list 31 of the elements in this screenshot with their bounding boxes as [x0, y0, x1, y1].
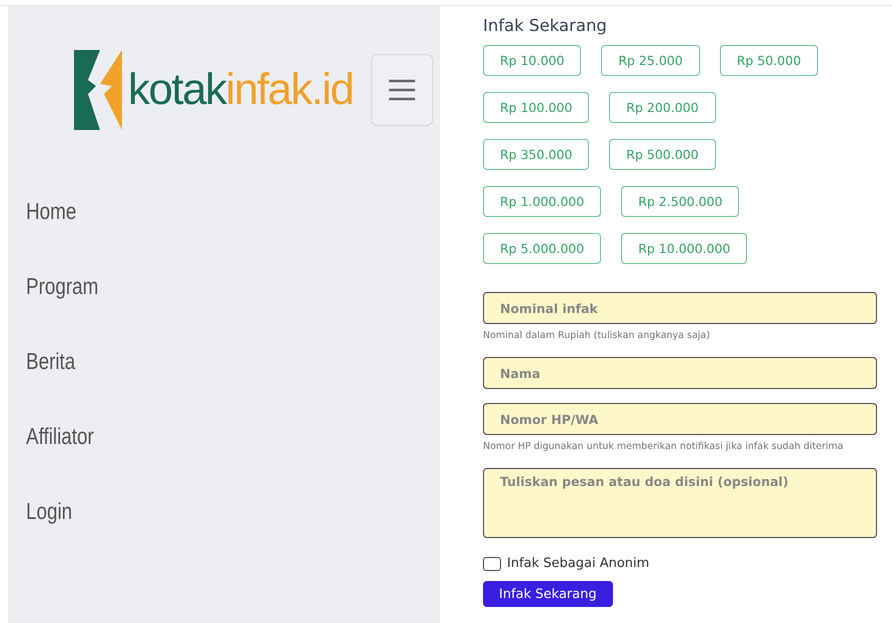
anonymous-checkbox[interactable]: [483, 556, 501, 570]
amount-button[interactable]: Rp 1.000.000: [483, 186, 602, 217]
amount-button[interactable]: Rp 50.000: [720, 45, 818, 76]
menu-button[interactable]: [371, 54, 434, 126]
nav-link[interactable]: Login: [26, 496, 72, 527]
amount-button[interactable]: Rp 200.000: [609, 92, 716, 123]
help-text: Nomor HP digunakan untuk memberikan notifikasi jika infak sudah diterima: [483, 440, 844, 454]
amount-button[interactable]: Rp 500.000: [609, 139, 716, 170]
amount-button[interactable]: Rp 2.500.000: [621, 186, 740, 217]
input-field[interactable]: Nama: [483, 357, 877, 389]
amount-button[interactable]: Rp 25.000: [601, 45, 700, 76]
nav-link[interactable]: Program: [26, 271, 98, 302]
menu-icon: [389, 79, 416, 101]
nav-link[interactable]: Home: [26, 196, 76, 227]
amount-button[interactable]: Rp 5.000.000: [483, 233, 602, 264]
checkbox-label: Infak Sebagai Anonim: [507, 556, 650, 571]
brand-name: kotak: [128, 65, 226, 115]
amount-button[interactable]: Rp 10.000.000: [621, 233, 748, 264]
input-field[interactable]: Nominal infak: [483, 292, 877, 324]
brand-suffix: infak.id: [226, 65, 354, 115]
nav-link[interactable]: Affiliator: [26, 421, 94, 452]
amount-button[interactable]: Rp 10.000: [483, 45, 582, 76]
form-title: Infak Sekarang: [483, 16, 608, 35]
help-text: Nominal dalam Rupiah (tuliskan angkanya saja): [483, 329, 711, 343]
amount-button[interactable]: Rp 350.000: [483, 139, 590, 170]
input-field[interactable]: Nomor HP/WA: [483, 403, 877, 435]
amount-button[interactable]: Rp 100.000: [483, 92, 590, 123]
logo-icon: [74, 50, 122, 130]
message-field[interactable]: Tuliskan pesan atau doa disini (opsional): [483, 468, 877, 538]
nav-link[interactable]: Berita: [26, 346, 76, 377]
submit-button[interactable]: Infak Sekarang: [483, 581, 613, 607]
